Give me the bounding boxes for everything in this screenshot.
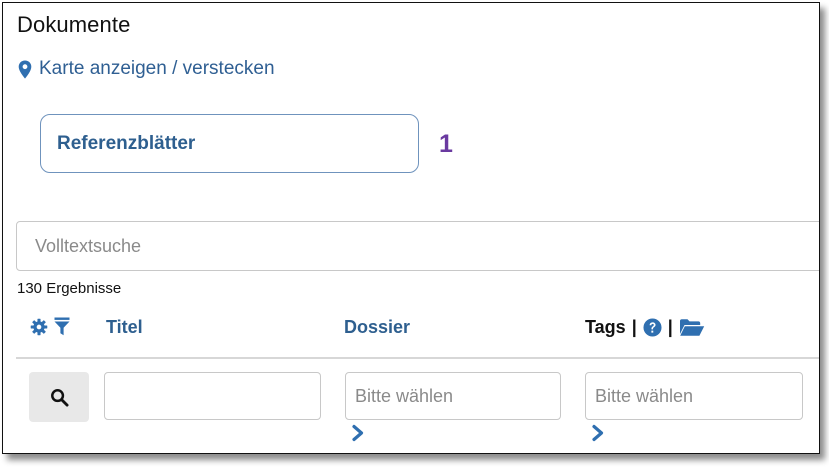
tags-select[interactable] [585,372,803,420]
folder-open-icon[interactable] [679,318,705,337]
dossier-expand-chevron-icon[interactable] [349,424,367,442]
header-separator: | [667,317,673,337]
reference-sheets-button[interactable]: Referenzblätter [40,114,419,173]
filter-icon[interactable] [54,317,70,336]
header-tools [30,317,70,336]
fulltext-search-input[interactable] [16,221,819,271]
map-toggle-link[interactable]: Karte anzeigen / verstecken [18,58,275,80]
column-tags-header: Tags | | [585,317,705,338]
map-toggle-label: Karte anzeigen / verstecken [39,58,275,79]
gear-icon[interactable] [30,318,48,336]
search-button[interactable] [29,372,89,422]
map-pin-icon [18,60,32,78]
tags-expand-chevron-icon[interactable] [589,424,607,442]
documents-panel: Dokumente Karte anzeigen / verstecken Re… [2,2,820,454]
result-count: 130 Ergebnisse [17,280,122,297]
dossier-select[interactable] [345,372,561,420]
header-separator: | [631,317,637,337]
callout-number: 1 [439,130,453,158]
reference-sheets-label: Referenzblätter [57,132,196,154]
tags-header-label: Tags [585,317,626,337]
column-title-header[interactable]: Titel [106,317,143,338]
column-dossier-header[interactable]: Dossier [344,317,410,338]
search-icon [50,388,69,407]
page-title: Dokumente [17,12,131,37]
header-divider [16,357,819,359]
title-filter-input[interactable] [104,372,321,420]
help-icon[interactable] [643,318,662,337]
